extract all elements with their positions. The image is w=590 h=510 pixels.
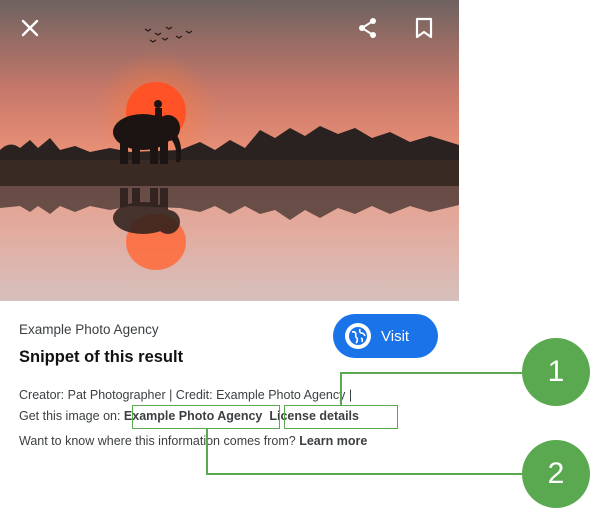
creator-credit-line: Creator: Pat Photographer | Credit: Exam… [19, 388, 353, 402]
visit-label: Visit [381, 327, 410, 345]
result-image[interactable] [0, 0, 459, 301]
bookmark-icon [415, 17, 433, 39]
learn-more-link[interactable]: Learn more [299, 434, 367, 448]
callout-badge-1: 1 [522, 338, 590, 406]
callout-1-connector-vertical [340, 372, 342, 405]
callout-2-connector-vertical [206, 429, 208, 474]
result-title: Snippet of this result [19, 348, 184, 366]
globe-icon [345, 323, 371, 349]
callout-box-agency-link [132, 405, 280, 429]
get-image-prefix: Get this image on: [19, 409, 124, 423]
bookmark-button[interactable] [410, 14, 438, 42]
callout-badge-2: 2 [522, 440, 590, 508]
callout-1-connector-horizontal [340, 372, 522, 374]
close-button[interactable] [16, 14, 44, 42]
info-source-line: Want to know where this information come… [19, 434, 367, 448]
info-prefix: Want to know where this information come… [19, 434, 300, 448]
callout-2-connector-horizontal [206, 473, 522, 475]
source-name: Example Photo Agency [19, 322, 159, 337]
close-icon [21, 19, 39, 37]
sunset-elephant-photo [0, 0, 459, 301]
share-icon [359, 18, 376, 38]
callout-box-license-link [284, 405, 398, 429]
share-button[interactable] [354, 14, 382, 42]
visit-button[interactable]: Visit [333, 314, 438, 358]
